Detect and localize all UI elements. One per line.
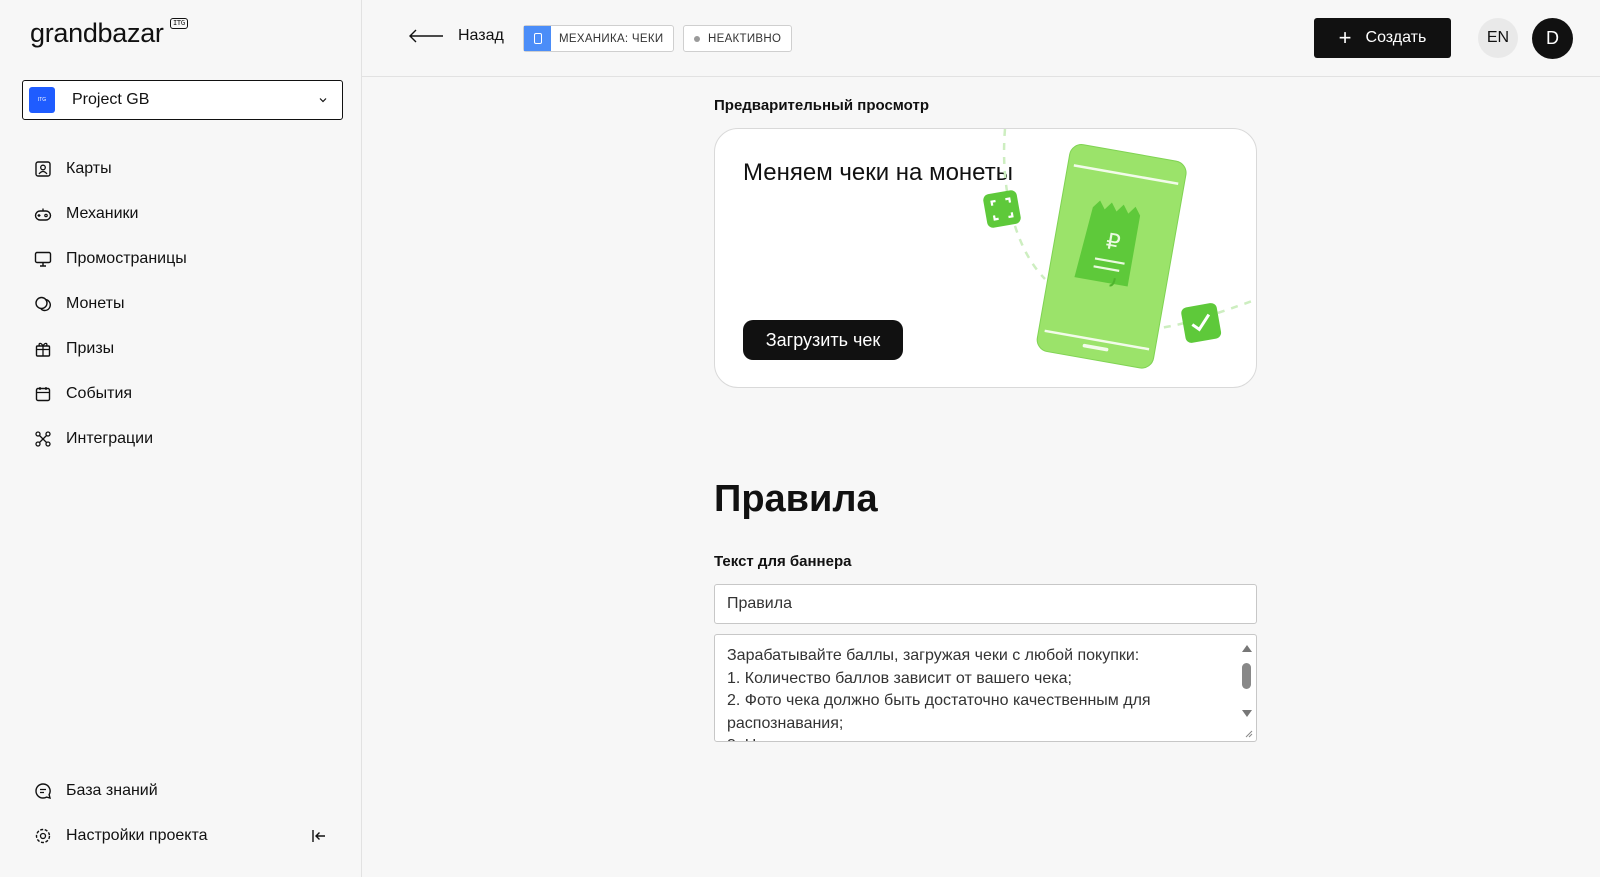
sidebar: grandbazar ITG ITG Project GB Карты Меха… — [0, 0, 362, 877]
scroll-up-icon[interactable] — [1242, 645, 1252, 652]
rules-text: Зарабатывайте баллы, загружая чеки с люб… — [727, 647, 1151, 741]
sidebar-item-label: Монеты — [66, 294, 125, 312]
gamepad-icon — [34, 208, 52, 221]
back-label: Назад — [458, 27, 504, 44]
sidebar-item-label: События — [66, 384, 133, 402]
topbar: Назад МЕХАНИКА: ЧЕКИ НЕАКТИВНО + Создать… — [362, 0, 1600, 77]
phone-receipt-illustration: ₽ — [983, 129, 1256, 369]
preview-label: Предварительный просмотр — [714, 97, 929, 114]
sidebar-item-coins[interactable]: Монеты — [22, 281, 342, 326]
mechanic-type-badge: МЕХАНИКА: ЧЕКИ — [523, 25, 675, 52]
status-badge-label: НЕАКТИВНО — [708, 32, 782, 45]
plus-icon: + — [1338, 25, 1352, 50]
logo[interactable]: grandbazar ITG — [30, 18, 188, 49]
chat-icon — [35, 782, 51, 799]
preview-title: Меняем чеки на монеты — [743, 159, 1013, 186]
sidebar-item-label: Карты — [66, 159, 112, 177]
monitor-icon — [34, 251, 52, 267]
logo-text: grandbazar — [30, 18, 164, 48]
back-button[interactable]: Назад — [408, 27, 504, 45]
sidebar-nav: Карты Механики Промостраницы Монеты Приз… — [22, 146, 342, 461]
sidebar-item-label: Механики — [66, 204, 139, 222]
banner-text-input[interactable] — [714, 584, 1257, 624]
banner-text-label: Текст для баннера — [714, 553, 852, 570]
sidebar-item-label: Интеграции — [66, 429, 154, 447]
create-button[interactable]: + Создать — [1314, 18, 1451, 58]
preview-card: Меняем чеки на монеты Загрузить чек ₽ — [714, 128, 1257, 388]
sidebar-item-prizes[interactable]: Призы — [22, 326, 342, 371]
upload-receipt-button[interactable]: Загрузить чек — [743, 320, 903, 360]
sidebar-item-project-settings[interactable]: Настройки проекта — [22, 813, 342, 858]
integrations-icon — [35, 430, 51, 447]
scroll-thumb[interactable] — [1242, 663, 1251, 689]
rules-heading: Правила — [714, 478, 878, 520]
sidebar-item-label: Призы — [66, 339, 115, 357]
create-label: Создать — [1365, 29, 1427, 46]
sidebar-item-cards[interactable]: Карты — [22, 146, 342, 191]
project-icon: ITG — [29, 87, 55, 113]
mechanic-badge-label: МЕХАНИКА: ЧЕКИ — [559, 32, 664, 45]
rules-textarea[interactable]: Зарабатывайте баллы, загружая чеки с люб… — [714, 634, 1257, 742]
collapse-sidebar-icon[interactable] — [310, 827, 328, 845]
logo-tag: ITG — [170, 18, 188, 29]
language-switch[interactable]: EN — [1478, 18, 1518, 58]
textarea-scrollbar[interactable] — [1239, 637, 1254, 739]
settings-icon — [35, 828, 51, 843]
status-badge: НЕАКТИВНО — [683, 25, 793, 52]
phone-icon — [524, 26, 551, 51]
sidebar-bottom-nav: База знаний Настройки проекта — [22, 768, 342, 858]
arrow-left-icon — [409, 29, 443, 43]
card-icon — [35, 160, 51, 177]
calendar-icon — [35, 386, 51, 401]
sidebar-item-label: Настройки проекта — [66, 826, 208, 844]
coins-icon — [35, 296, 51, 311]
gift-icon — [35, 342, 51, 357]
sidebar-item-label: База знаний — [66, 781, 158, 799]
resize-handle-icon[interactable] — [1244, 729, 1253, 738]
sidebar-item-events[interactable]: События — [22, 371, 342, 416]
project-selector[interactable]: ITG Project GB — [22, 80, 343, 120]
sidebar-item-mechanics[interactable]: Механики — [22, 191, 342, 236]
sidebar-item-knowledge-base[interactable]: База знаний — [22, 768, 342, 813]
avatar[interactable]: D — [1532, 18, 1573, 59]
status-dot-icon — [694, 35, 700, 42]
scroll-down-icon[interactable] — [1242, 710, 1252, 717]
chevron-down-icon — [319, 98, 327, 103]
sidebar-item-label: Промостраницы — [66, 249, 187, 267]
sidebar-item-promopages[interactable]: Промостраницы — [22, 236, 342, 281]
sidebar-item-integrations[interactable]: Интеграции — [22, 416, 342, 461]
project-name: Project GB — [72, 91, 150, 108]
